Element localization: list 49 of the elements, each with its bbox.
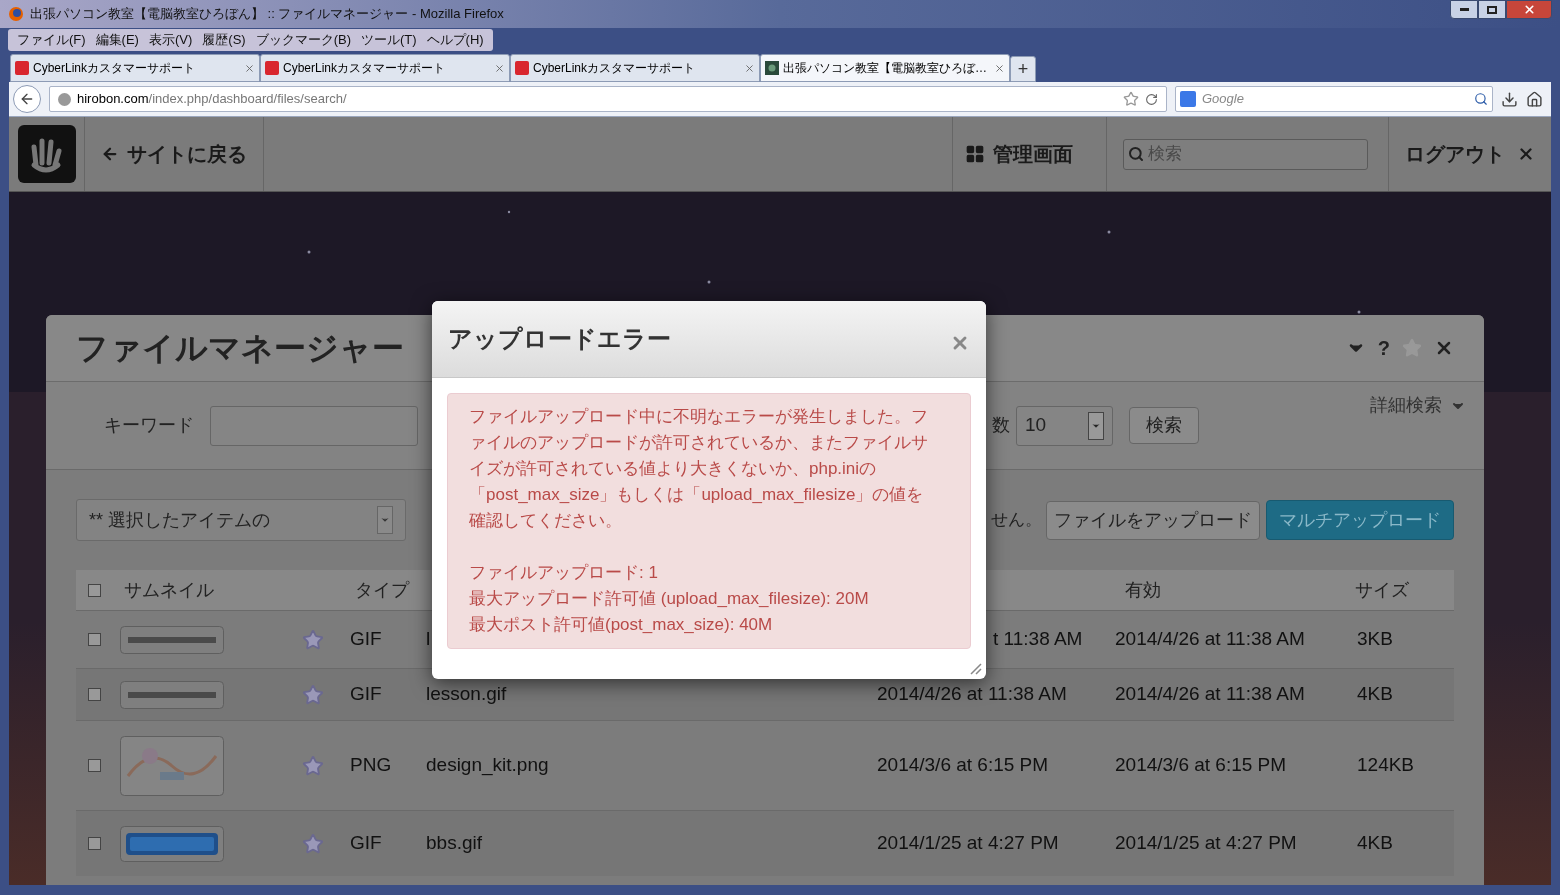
address-field[interactable]: hirobon.com/index.php/dashboard/files/search/	[49, 86, 1167, 112]
close-icon[interactable]	[994, 62, 1005, 74]
menu-item[interactable]: ヘルプ(H)	[421, 30, 489, 50]
tab-title: CyberLinkカスタマーサポート	[283, 60, 446, 77]
globe-icon	[58, 92, 71, 106]
bookmark-star-icon[interactable]	[1123, 91, 1139, 107]
home-icon[interactable]	[1526, 90, 1543, 108]
close-button[interactable]	[1506, 0, 1552, 19]
close-icon	[1517, 145, 1535, 163]
search-icon[interactable]	[1474, 92, 1488, 106]
menu-item[interactable]: ファイル(F)	[12, 30, 91, 50]
grid-icon	[965, 144, 985, 164]
download-icon[interactable]	[1501, 90, 1518, 108]
close-icon	[1522, 3, 1536, 16]
close-icon[interactable]	[244, 62, 255, 74]
browser-tab[interactable]: CyberLinkカスタマーサポート	[510, 54, 760, 82]
menu-item[interactable]: ブックマーク(B)	[250, 30, 356, 50]
dashboard-link[interactable]: 管理画面	[952, 117, 1107, 191]
search-placeholder: Google	[1202, 90, 1244, 109]
google-icon	[1180, 91, 1196, 107]
logout-link[interactable]: ログアウト	[1389, 117, 1551, 191]
close-icon[interactable]	[744, 62, 755, 74]
site-icon	[765, 61, 779, 75]
tab-title: CyberLinkカスタマーサポート	[33, 60, 196, 77]
browser-tab[interactable]: CyberLinkカスタマーサポート	[260, 54, 510, 82]
site-icon	[15, 61, 29, 75]
back-button[interactable]	[13, 85, 41, 113]
new-tab-button[interactable]: +	[1010, 56, 1036, 82]
site-icon	[515, 61, 529, 75]
browser-tab[interactable]: CyberLinkカスタマーサポート	[10, 54, 260, 82]
site-icon	[265, 61, 279, 75]
logo-icon	[17, 125, 76, 183]
tab-title: 出張パソコン教室【電脳教室ひろぼ…	[783, 60, 987, 77]
menu-item[interactable]: 履歴(S)	[197, 30, 251, 50]
browser-tab[interactable]: 出張パソコン教室【電脳教室ひろぼ…	[760, 54, 1010, 82]
search-icon	[1128, 146, 1144, 162]
url-text: hirobon.com/index.php/dashboard/files/search/	[77, 90, 347, 109]
maximize-button[interactable]	[1478, 0, 1506, 19]
close-icon[interactable]	[494, 62, 505, 74]
minimize-button[interactable]	[1450, 0, 1478, 19]
reload-icon[interactable]	[1145, 92, 1158, 106]
back-to-site-link[interactable]: サイトに戻る	[85, 117, 264, 191]
window-title: 出張パソコン教室【電脳教室ひろぼん】 :: ファイルマネージャー - Mozilla Firefox	[30, 5, 504, 24]
menu-item[interactable]: 編集(E)	[90, 30, 144, 50]
menu-item[interactable]: ツール(T)	[356, 30, 422, 50]
web-search-field[interactable]: Google	[1175, 86, 1493, 112]
menu-item[interactable]: 表示(V)	[143, 30, 198, 50]
tab-title: CyberLinkカスタマーサポート	[533, 60, 696, 77]
browser-logo-icon	[8, 6, 24, 22]
